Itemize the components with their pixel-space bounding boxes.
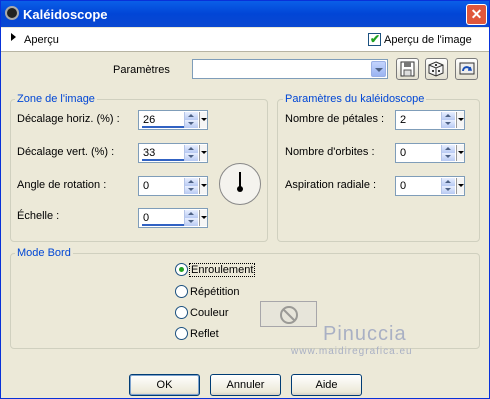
randomize-icon	[428, 61, 444, 77]
reset-button[interactable]	[455, 58, 478, 80]
preview-image-checkbox[interactable]: ✔	[368, 32, 381, 46]
image-zone-title: Zone de l'image	[15, 93, 97, 105]
presets-label: Paramètres	[113, 64, 170, 76]
dropdown-arrow-icon[interactable]	[456, 178, 464, 194]
spin-down-icon[interactable]	[442, 153, 455, 161]
preview-toggle-label[interactable]: Aperçu	[24, 34, 59, 46]
watermark-url: www.maidiregrafica.eu	[291, 346, 413, 357]
suction-label: Aspiration radiale :	[285, 179, 377, 191]
kaleidoscope-params-title: Paramètres du kaléidoscope	[283, 93, 427, 105]
preview-image-label[interactable]: Aperçu de l'image	[384, 34, 472, 46]
h-offset-spinner[interactable]: 26	[138, 110, 208, 130]
save-preset-icon	[400, 61, 415, 77]
window-title: Kaléidoscope	[23, 7, 108, 22]
orbits-label: Nombre d'orbites :	[285, 146, 375, 158]
spin-up-icon[interactable]	[442, 112, 455, 120]
watermark-name: Pinuccia	[323, 323, 407, 345]
kaleidoscope-app-icon	[5, 6, 19, 20]
radio-repeat[interactable]	[175, 285, 188, 298]
slider-track	[142, 159, 184, 161]
radio-reflect[interactable]	[175, 327, 188, 340]
petals-spinner[interactable]: 2	[395, 110, 465, 130]
h-offset-label: Décalage horiz. (%) :	[17, 113, 120, 125]
dropdown-arrow-icon[interactable]	[199, 145, 207, 161]
spin-up-icon[interactable]	[185, 178, 198, 186]
suction-spinner[interactable]: 0	[395, 176, 465, 196]
dropdown-arrow-icon[interactable]	[199, 210, 207, 226]
ok-button[interactable]: OK	[129, 374, 200, 396]
orbits-spinner[interactable]: 0	[395, 143, 465, 163]
dropdown-arrow-icon[interactable]	[456, 112, 464, 128]
spin-up-icon[interactable]	[442, 145, 455, 153]
close-button[interactable]: ✕	[466, 4, 487, 25]
v-offset-spinner[interactable]: 33	[138, 143, 208, 163]
orbits-value: 0	[400, 147, 407, 159]
spin-down-icon[interactable]	[185, 186, 198, 194]
spin-up-icon[interactable]	[185, 145, 198, 153]
spin-down-icon[interactable]	[185, 153, 198, 161]
spin-up-icon[interactable]	[185, 210, 198, 218]
slider-track	[142, 126, 184, 128]
edge-mode-title: Mode Bord	[15, 247, 73, 259]
title-bar: Kaléidoscope ✕	[1, 1, 489, 27]
radio-wrap-label[interactable]: Enroulement	[189, 263, 256, 277]
dropdown-arrow-icon[interactable]	[199, 112, 207, 128]
randomize-button[interactable]	[425, 58, 448, 80]
spin-up-icon[interactable]	[185, 112, 198, 120]
expand-triangle-icon[interactable]	[11, 33, 16, 41]
cancel-button[interactable]: Annuler	[210, 374, 281, 396]
edge-color-swatch[interactable]	[260, 301, 317, 327]
petals-label: Nombre de pétales :	[285, 113, 385, 125]
checkmark-icon: ✔	[370, 32, 381, 46]
slider-track	[142, 224, 184, 226]
spin-down-icon[interactable]	[185, 120, 198, 128]
rotation-value: 0	[143, 180, 150, 192]
radio-wrap[interactable]	[175, 263, 188, 276]
reset-icon	[459, 62, 475, 75]
v-offset-value: 33	[143, 147, 156, 159]
spin-up-icon[interactable]	[442, 178, 455, 186]
v-offset-label: Décalage vert. (%) :	[17, 146, 115, 158]
presets-combo[interactable]	[192, 59, 388, 79]
kaleidoscope-dialog: Kaléidoscope ✕ Aperçu ✔ Aperçu de l'imag…	[0, 0, 490, 399]
petals-value: 2	[400, 114, 407, 126]
h-offset-value: 26	[143, 114, 156, 126]
dropdown-arrow-icon[interactable]	[456, 145, 464, 161]
radio-repeat-label[interactable]: Répétition	[190, 286, 240, 298]
radio-color[interactable]	[175, 306, 188, 319]
rotation-dial[interactable]	[219, 163, 261, 205]
spin-down-icon[interactable]	[185, 218, 198, 226]
scale-value: 0	[143, 212, 150, 224]
help-button[interactable]: Aide	[291, 374, 362, 396]
dropdown-arrow-icon[interactable]	[199, 178, 207, 194]
chevron-down-icon[interactable]	[371, 61, 386, 77]
scale-spinner[interactable]: 0	[138, 208, 208, 228]
rotation-label: Angle de rotation :	[17, 179, 107, 191]
scale-label: Échelle :	[17, 210, 60, 222]
save-preset-button[interactable]	[396, 58, 419, 80]
radio-reflect-label[interactable]: Reflet	[190, 328, 219, 340]
radio-color-label[interactable]: Couleur	[190, 307, 229, 319]
spin-down-icon[interactable]	[442, 186, 455, 194]
rotation-spinner[interactable]: 0	[138, 176, 208, 196]
spin-down-icon[interactable]	[442, 120, 455, 128]
dial-center	[237, 186, 243, 192]
suction-value: 0	[400, 180, 407, 192]
disabled-icon	[280, 306, 298, 324]
